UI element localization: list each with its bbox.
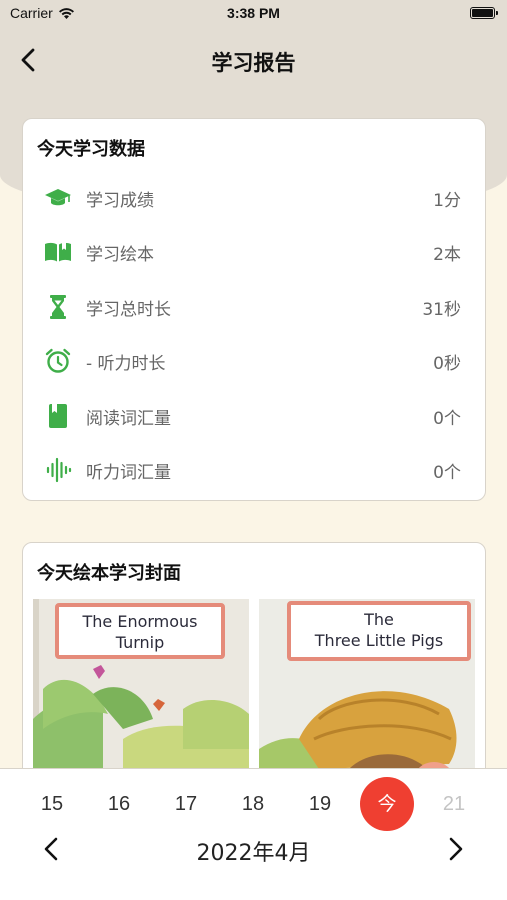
battery-icon <box>470 7 498 19</box>
alarm-clock-icon <box>44 347 72 375</box>
cover-title-line2: Turnip <box>115 633 165 652</box>
stat-value: 31秒 <box>422 299 461 320</box>
navigation-bar: 学习报告 <box>0 38 507 82</box>
day-21: 21 <box>442 793 466 815</box>
soundwave-icon <box>44 456 72 484</box>
stat-value: 0秒 <box>433 353 461 374</box>
next-month-button[interactable] <box>439 833 471 865</box>
stat-row-score: 学习成绩 1分 <box>23 178 487 218</box>
status-time: 3:38 PM <box>227 5 280 21</box>
day-today[interactable]: 今 <box>360 777 414 831</box>
stat-row-listening-duration: - 听力时长 0秒 <box>23 341 487 381</box>
stat-label: 学习绘本 <box>86 244 154 265</box>
date-picker-bar: 15 16 17 18 19 今 21 2022年4月 <box>0 768 507 900</box>
cover-title-line1: The <box>364 610 394 629</box>
covers-card-title: 今天绘本学习封面 <box>37 563 181 584</box>
page-title: 学习报告 <box>211 51 296 75</box>
stat-value: 2本 <box>433 244 461 265</box>
stat-label: - 听力时长 <box>86 353 166 374</box>
cover-title-label: The Three Little Pigs <box>287 601 471 661</box>
day-15[interactable]: 15 <box>25 787 79 821</box>
stat-value: 0个 <box>433 462 461 483</box>
stat-row-reading-vocabulary: 阅读词汇量 0个 <box>23 396 487 436</box>
stats-card-title: 今天学习数据 <box>37 139 145 160</box>
day-19[interactable]: 19 <box>293 787 347 821</box>
month-label: 2022年4月 <box>196 841 311 866</box>
stat-row-listening-vocabulary: 听力词汇量 0个 <box>23 450 487 490</box>
graduation-cap-icon <box>44 184 72 212</box>
day-17[interactable]: 17 <box>159 787 213 821</box>
status-bar: Carrier 3:38 PM <box>0 0 507 28</box>
cover-title-line2: Three Little Pigs <box>314 631 444 650</box>
month-selector: 2022年4月 <box>0 831 507 867</box>
stat-label: 听力词汇量 <box>86 462 171 483</box>
stat-value: 1分 <box>433 190 461 211</box>
cover-title-label: The Enormous Turnip <box>55 603 225 659</box>
stat-label: 学习成绩 <box>86 190 154 211</box>
hourglass-icon <box>44 293 72 321</box>
stat-label: 学习总时长 <box>86 299 171 320</box>
stat-row-total-duration: 学习总时长 31秒 <box>23 287 487 327</box>
book-icon <box>44 402 72 430</box>
open-book-icon <box>44 238 72 266</box>
cover-title-line1: The Enormous <box>82 612 198 631</box>
day-16[interactable]: 16 <box>92 787 146 821</box>
stat-value: 0个 <box>433 408 461 429</box>
stat-label: 阅读词汇量 <box>86 408 171 429</box>
chevron-right-icon <box>449 837 463 861</box>
today-stats-card: 今天学习数据 学习成绩 1分 学习绘本 2本 学习总时长 31秒 - 听力时长 … <box>22 118 486 501</box>
stat-row-picture-books: 学习绘本 2本 <box>23 232 487 272</box>
day-18[interactable]: 18 <box>226 787 280 821</box>
